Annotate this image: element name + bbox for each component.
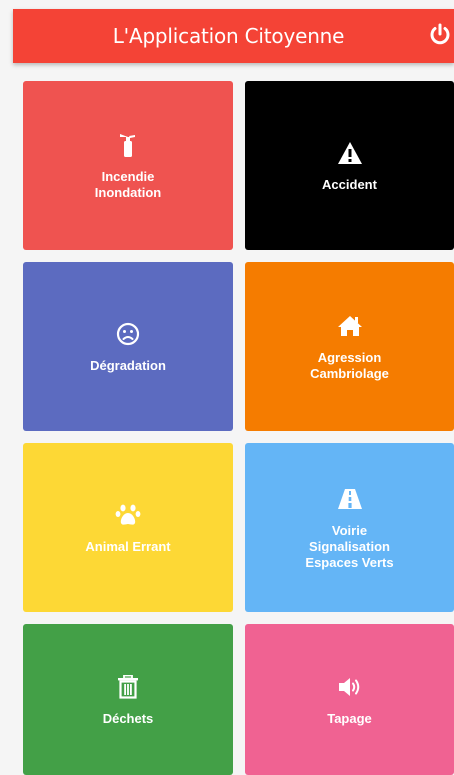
trash-icon <box>114 673 142 701</box>
tile-animal-errant[interactable]: Animal Errant <box>23 443 233 612</box>
tile-label: Incendie Inondation <box>94 168 162 200</box>
tile-label: Tapage <box>327 710 372 726</box>
paw-icon <box>114 501 142 529</box>
tile-dechets[interactable]: Déchets <box>23 624 233 775</box>
tile-label: Voirie Signalisation Espaces Verts <box>305 522 394 570</box>
volume-icon <box>336 673 364 701</box>
tile-label: Animal Errant <box>85 538 171 554</box>
road-icon <box>336 485 364 513</box>
app-header: L'Application Citoyenne <box>13 9 454 63</box>
tile-label: Dégradation <box>90 357 166 373</box>
tile-label: Agression Cambriolage <box>310 349 389 381</box>
tile-label: Déchets <box>102 710 154 726</box>
fire-extinguisher-icon <box>114 131 142 159</box>
tile-accident[interactable]: Accident <box>245 81 454 250</box>
home-icon <box>336 312 364 340</box>
tile-tapage[interactable]: Tapage <box>245 624 454 775</box>
power-icon[interactable] <box>428 23 452 47</box>
tile-label: Accident <box>322 176 377 192</box>
tile-agression-cambriolage[interactable]: Agression Cambriolage <box>245 262 454 431</box>
warning-icon <box>336 139 364 167</box>
tile-incendie-inondation[interactable]: Incendie Inondation <box>23 81 233 250</box>
page-title: L'Application Citoyenne <box>112 24 345 48</box>
sad-face-icon <box>114 320 142 348</box>
app-screen: L'Application Citoyenne Incendie Inondat… <box>0 0 454 775</box>
tile-degradation[interactable]: Dégradation <box>23 262 233 431</box>
tile-voirie-signalisation[interactable]: Voirie Signalisation Espaces Verts <box>245 443 454 612</box>
